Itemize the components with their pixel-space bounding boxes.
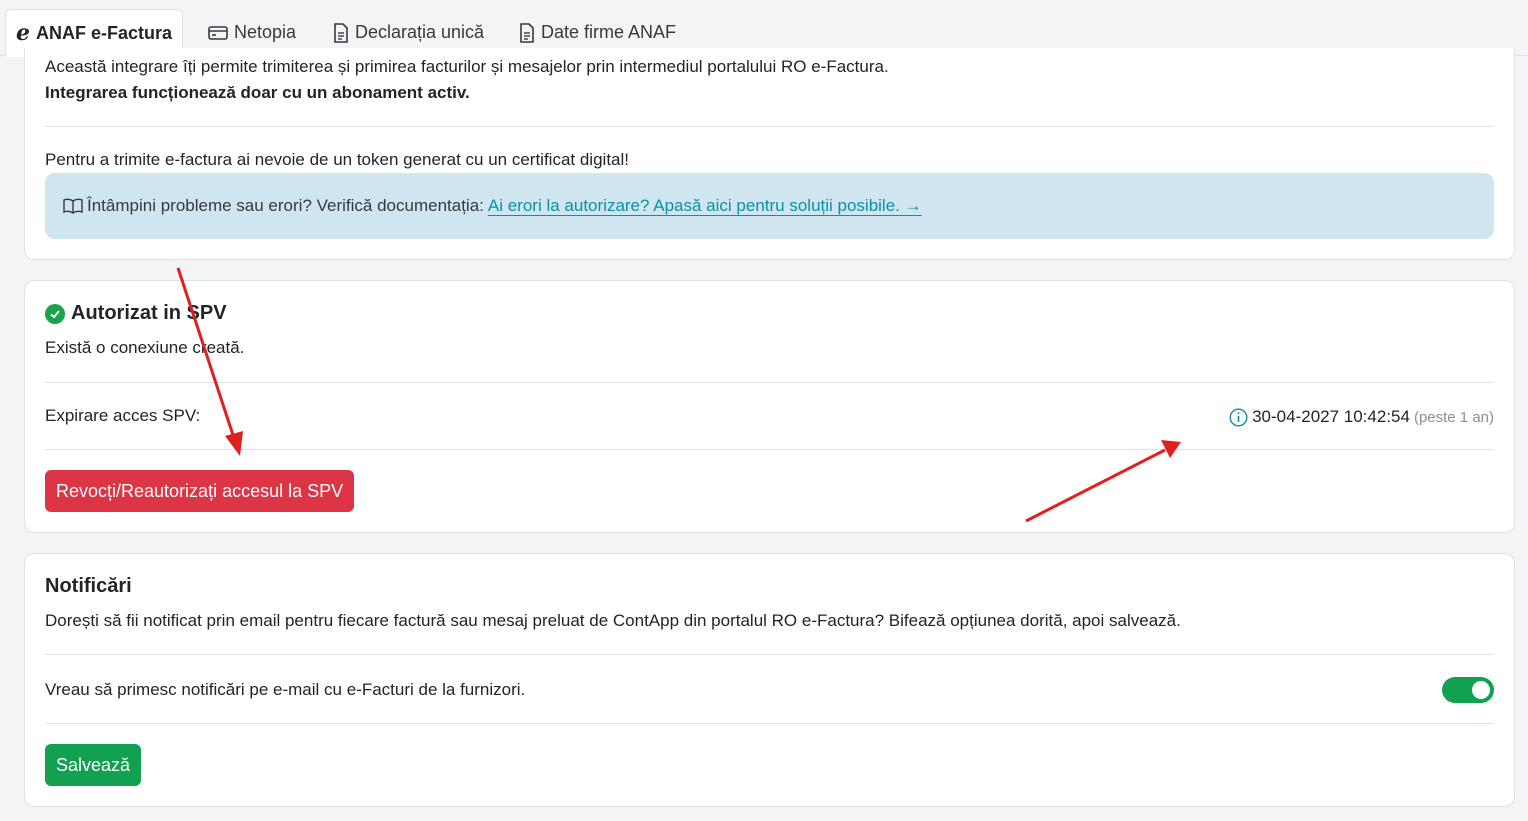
token-note: Pentru a trimite e-factura ai nevoie de …: [45, 150, 629, 169]
notifications-card: Notificări Dorești să fii notificat prin…: [24, 553, 1515, 807]
document-icon: [333, 22, 349, 43]
spv-card: Autorizat in SPV Există o conexiune crea…: [24, 280, 1515, 533]
check-circle-icon: [45, 304, 65, 324]
divider: [45, 449, 1494, 450]
revoke-reauthorize-button[interactable]: Revocți/Reautorizați accesul la SPV: [45, 470, 355, 512]
spv-subtitle: Există o conexiune creată.: [45, 338, 245, 357]
supplier-notifications-label: Vreau să primesc notificări pe e-mail cu…: [45, 680, 526, 699]
spv-title: Autorizat in SPV: [71, 302, 227, 324]
help-link[interactable]: Ai erori la autorizare? Apasă aici pentr…: [488, 196, 922, 216]
divider: [45, 382, 1494, 383]
intro-description: Această integrare îți permite trimiterea…: [45, 57, 889, 76]
tab-label: Declarația unică: [355, 22, 485, 42]
expiry-info: 30-04-2027 10:42:54 (peste 1 an): [1229, 407, 1494, 427]
credit-card-icon: [208, 25, 228, 41]
help-alert: Întâmpini probleme sau erori? Verifică d…: [45, 173, 1494, 239]
document-icon: [519, 22, 535, 43]
help-text: Întâmpini probleme sau erori? Verifică d…: [87, 196, 484, 215]
toggle-knob: [1472, 681, 1490, 699]
divider: [45, 654, 1494, 655]
intro-card: Această integrare îți permite trimiterea…: [24, 48, 1515, 260]
info-icon[interactable]: [1229, 407, 1248, 427]
expiry-relative: (peste 1 an): [1413, 408, 1494, 426]
book-icon: [63, 198, 83, 214]
notifications-description: Dorești să fii notificat prin email pent…: [45, 611, 1181, 630]
subscription-note: Integrarea funcționează doar cu un abona…: [45, 83, 470, 102]
expiry-value: 30-04-2027 10:42:54: [1252, 407, 1410, 426]
supplier-notifications-toggle[interactable]: [1442, 677, 1494, 703]
notifications-title: Notificări: [45, 575, 132, 597]
expiry-label: Expirare acces SPV:: [45, 406, 201, 425]
tab-label: ANAF e-Factura: [36, 22, 173, 43]
save-button[interactable]: Salvează: [45, 744, 142, 786]
divider: [45, 723, 1494, 724]
e-factura-icon: e: [16, 20, 30, 46]
tab-label: Date firme ANAF: [541, 22, 677, 42]
divider: [45, 126, 1494, 127]
tab-label: Netopia: [234, 22, 297, 42]
